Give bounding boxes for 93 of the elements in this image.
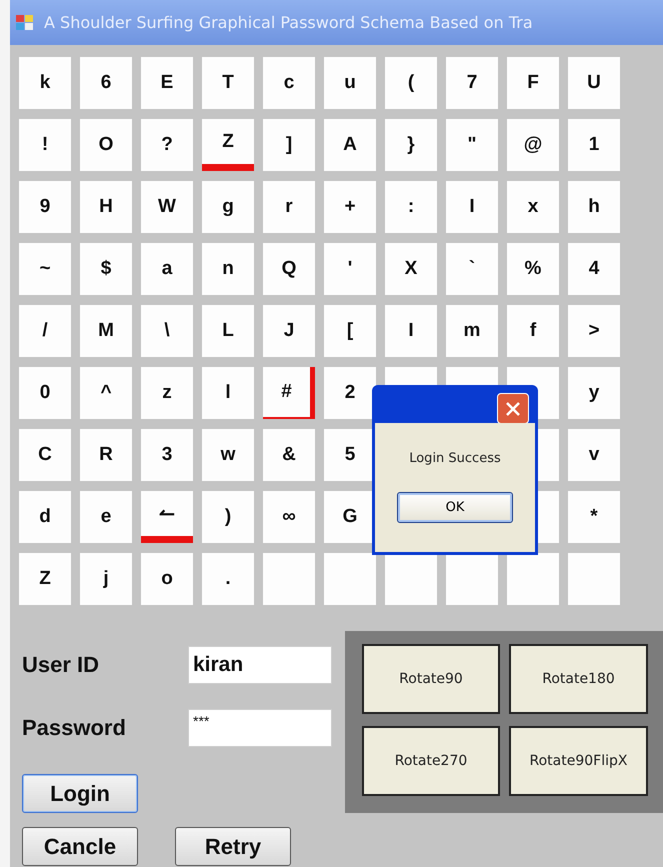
character-key[interactable]: O <box>80 119 132 171</box>
character-key[interactable]: & <box>263 429 315 481</box>
blank-key[interactable] <box>446 553 498 605</box>
character-key[interactable]: > <box>568 305 620 357</box>
character-key[interactable]: 3 <box>141 429 193 481</box>
rotate-button[interactable]: Rotate90FlipX <box>509 726 648 796</box>
character-key[interactable]: X <box>385 243 437 295</box>
character-key[interactable]: T <box>202 57 254 109</box>
character-key[interactable]: l <box>202 367 254 419</box>
character-key[interactable]: ~ <box>19 243 71 295</box>
character-key[interactable]: r <box>263 181 315 233</box>
character-key[interactable]: ↼ <box>141 491 193 543</box>
character-key[interactable]: . <box>202 553 254 605</box>
character-key[interactable]: W <box>141 181 193 233</box>
character-key[interactable]: x <box>507 181 559 233</box>
character-key[interactable]: : <box>385 181 437 233</box>
user-id-label: User ID <box>22 652 100 678</box>
character-key[interactable]: c <box>263 57 315 109</box>
login-button[interactable]: Login <box>22 774 138 813</box>
character-key[interactable]: 0 <box>19 367 71 419</box>
character-key[interactable]: 7 <box>446 57 498 109</box>
rotate-button[interactable]: Rotate270 <box>362 726 500 796</box>
close-icon <box>505 400 521 416</box>
character-key[interactable]: Z <box>202 119 254 171</box>
character-key[interactable]: ? <box>141 119 193 171</box>
user-id-field[interactable]: kiran <box>188 646 332 684</box>
character-key[interactable]: ] <box>263 119 315 171</box>
character-key[interactable]: 1 <box>568 119 620 171</box>
character-key[interactable]: * <box>568 491 620 543</box>
character-key[interactable]: ∞ <box>263 491 315 543</box>
character-key[interactable]: # <box>263 367 315 419</box>
rotate-button[interactable]: Rotate90 <box>362 644 500 714</box>
character-key[interactable]: / <box>19 305 71 357</box>
character-key[interactable]: ) <box>202 491 254 543</box>
character-key[interactable]: % <box>507 243 559 295</box>
character-key[interactable]: R <box>80 429 132 481</box>
character-key[interactable]: j <box>80 553 132 605</box>
character-key[interactable]: C <box>19 429 71 481</box>
character-key[interactable]: ^ <box>80 367 132 419</box>
character-key[interactable]: d <box>19 491 71 543</box>
character-key[interactable]: g <box>202 181 254 233</box>
character-key[interactable]: Z <box>19 553 71 605</box>
character-key[interactable]: z <box>141 367 193 419</box>
retry-button[interactable]: Retry <box>175 827 291 866</box>
character-key[interactable]: 4 <box>568 243 620 295</box>
character-key[interactable]: n <box>202 243 254 295</box>
character-key[interactable]: I <box>385 305 437 357</box>
character-key[interactable]: L <box>202 305 254 357</box>
character-key[interactable]: o <box>141 553 193 605</box>
character-key[interactable]: y <box>568 367 620 419</box>
character-key[interactable]: U <box>568 57 620 109</box>
rotate-button[interactable]: Rotate180 <box>509 644 648 714</box>
password-field[interactable]: *** <box>188 709 332 747</box>
character-key[interactable]: k <box>19 57 71 109</box>
blank-key[interactable] <box>507 553 559 605</box>
character-key[interactable]: w <box>202 429 254 481</box>
window-title: A Shoulder Surfing Graphical Password Schema Based on Tra <box>44 13 533 32</box>
ok-button[interactable]: OK <box>397 492 513 523</box>
close-button[interactable] <box>497 393 529 424</box>
app-icon <box>16 14 34 30</box>
character-key[interactable]: H <box>80 181 132 233</box>
character-key[interactable]: 9 <box>19 181 71 233</box>
character-key[interactable]: ` <box>446 243 498 295</box>
character-key[interactable]: Q <box>263 243 315 295</box>
character-key[interactable]: a <box>141 243 193 295</box>
blank-key[interactable] <box>385 553 437 605</box>
character-key[interactable]: 2 <box>324 367 376 419</box>
character-key[interactable]: M <box>80 305 132 357</box>
password-label: Password <box>22 715 127 741</box>
cancel-button[interactable]: Cancle <box>22 827 138 866</box>
character-key[interactable]: v <box>568 429 620 481</box>
character-key[interactable]: F <box>507 57 559 109</box>
character-key[interactable]: A <box>324 119 376 171</box>
character-key[interactable]: 6 <box>80 57 132 109</box>
character-key[interactable]: ! <box>19 119 71 171</box>
character-key[interactable]: h <box>568 181 620 233</box>
character-key[interactable]: $ <box>80 243 132 295</box>
character-key[interactable]: \ <box>141 305 193 357</box>
character-key[interactable]: e <box>80 491 132 543</box>
character-key[interactable]: f <box>507 305 559 357</box>
character-key[interactable]: E <box>141 57 193 109</box>
character-key[interactable]: m <box>446 305 498 357</box>
character-key[interactable]: " <box>446 119 498 171</box>
character-key[interactable]: u <box>324 57 376 109</box>
character-key[interactable]: ' <box>324 243 376 295</box>
character-key[interactable]: I <box>446 181 498 233</box>
character-key[interactable]: ( <box>385 57 437 109</box>
character-key[interactable]: } <box>385 119 437 171</box>
character-key[interactable]: @ <box>507 119 559 171</box>
character-key[interactable]: + <box>324 181 376 233</box>
character-key[interactable]: J <box>263 305 315 357</box>
dialog-message: Login Success <box>409 451 501 466</box>
character-key[interactable]: [ <box>324 305 376 357</box>
